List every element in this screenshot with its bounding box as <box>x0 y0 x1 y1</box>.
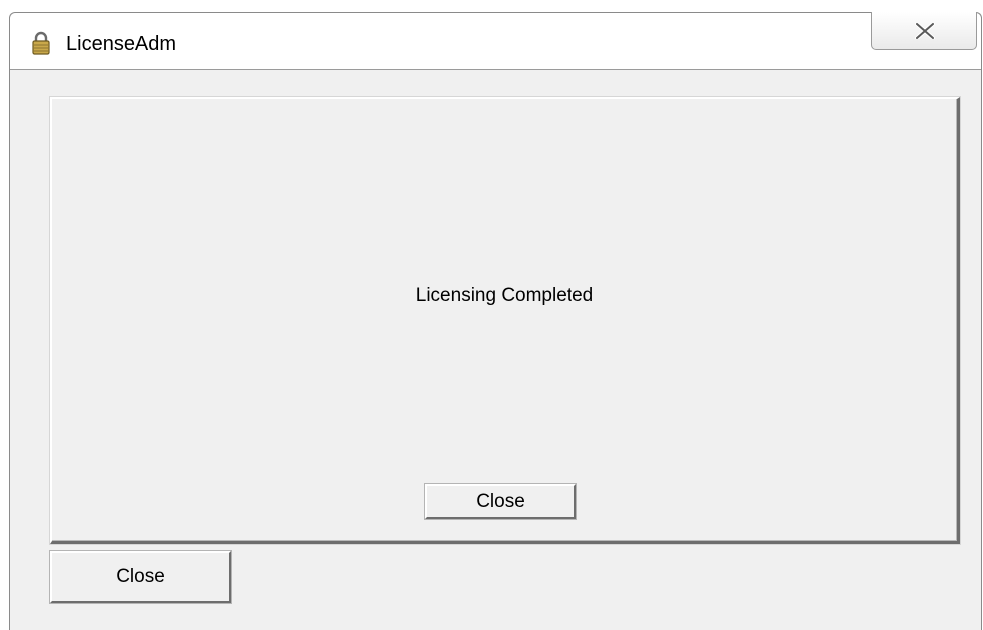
window-title: LicenseAdm <box>66 33 177 55</box>
status-message: Licensing Completed <box>415 285 594 306</box>
lock-icon <box>31 31 51 55</box>
license-adm-window: LicenseAdm Licensing Completed Close Clo… <box>9 12 982 630</box>
content-panel: Licensing Completed Close <box>50 97 960 544</box>
close-button[interactable]: Close <box>50 551 231 603</box>
close-x-icon <box>915 23 935 39</box>
panel-close-button[interactable]: Close <box>425 484 576 519</box>
window-close-button[interactable] <box>871 12 977 50</box>
title-bar[interactable]: LicenseAdm <box>10 12 981 70</box>
